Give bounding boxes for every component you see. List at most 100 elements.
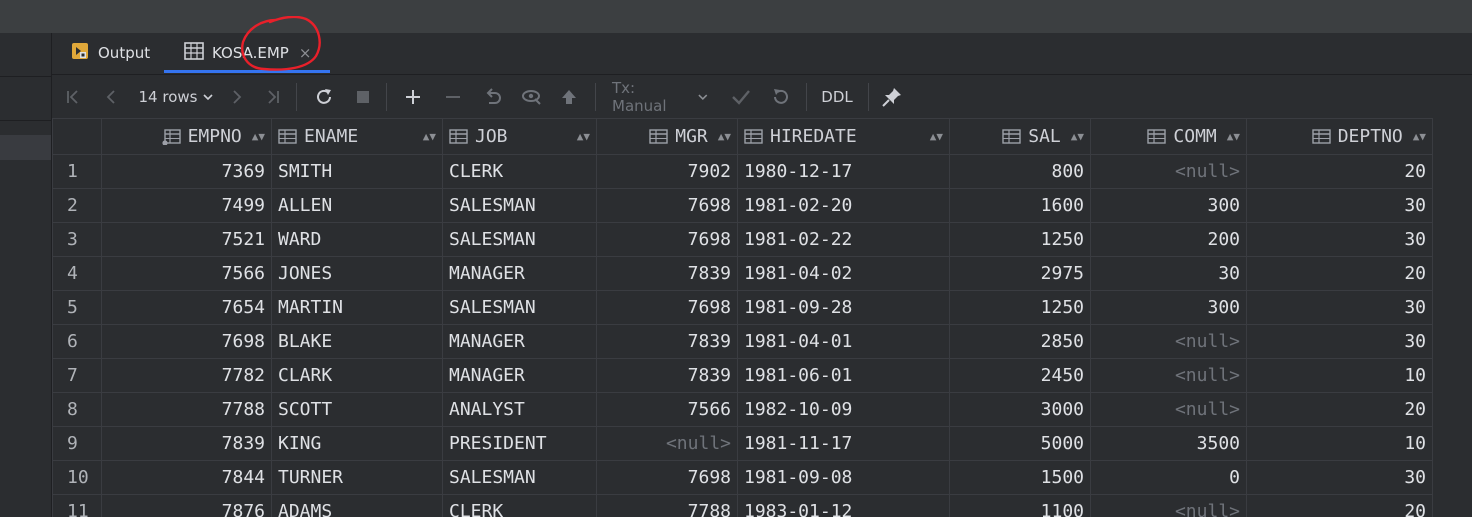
cell-hiredate[interactable]: 1981-02-20 (737, 188, 950, 223)
cell-comm[interactable]: 30 (1090, 256, 1247, 291)
cell-mgr[interactable]: 7566 (596, 392, 738, 427)
cell-deptno[interactable]: 20 (1246, 154, 1433, 189)
cell-sal[interactable]: 1100 (949, 494, 1091, 517)
cell-empno[interactable]: 7788 (101, 392, 272, 427)
cell-hiredate[interactable]: 1980-12-17 (737, 154, 950, 189)
cell-empno[interactable]: 7782 (101, 358, 272, 393)
cell-ename[interactable]: ALLEN (271, 188, 443, 223)
cell-comm[interactable]: <null> (1090, 324, 1247, 359)
cell-hiredate[interactable]: 1981-09-08 (737, 460, 950, 495)
cell-job[interactable]: SALESMAN (442, 460, 597, 495)
cell-comm[interactable]: <null> (1090, 494, 1247, 517)
column-header-deptno[interactable]: DEPTNO ▲▼ (1246, 118, 1433, 155)
table-row[interactable]: 7 7782 CLARK MANAGER 7839 1981-06-01 2450 <null… (52, 358, 1433, 393)
cell-comm[interactable]: <null> (1090, 154, 1247, 189)
cell-hiredate[interactable]: 1981-09-28 (737, 290, 950, 325)
cell-deptno[interactable]: 10 (1246, 358, 1433, 393)
cell-mgr[interactable]: 7698 (596, 222, 738, 257)
tab-output[interactable]: Output (70, 33, 150, 73)
cell-empno[interactable]: 7844 (101, 460, 272, 495)
cell-empno[interactable]: 7499 (101, 188, 272, 223)
cell-deptno[interactable]: 20 (1246, 494, 1433, 517)
sort-icon[interactable]: ▲▼ (1071, 130, 1084, 143)
cell-deptno[interactable]: 20 (1246, 392, 1433, 427)
cell-mgr[interactable]: 7839 (596, 256, 738, 291)
cell-job[interactable]: ANALYST (442, 392, 597, 427)
cell-empno[interactable]: 7566 (101, 256, 272, 291)
table-row[interactable]: 8 7788 SCOTT ANALYST 7566 1982-10-09 3000 <null… (52, 392, 1433, 427)
sort-icon[interactable]: ▲▼ (1413, 130, 1426, 143)
tab-kosa-emp[interactable]: KOSA.EMP × (184, 33, 311, 73)
cell-ename[interactable]: CLARK (271, 358, 443, 393)
table-row[interactable]: 9 7839 KING PRESIDENT <null> 1981-11-17 5000 35… (52, 426, 1433, 461)
cell-comm[interactable]: 300 (1090, 188, 1247, 223)
column-header-comm[interactable]: COMM ▲▼ (1090, 118, 1247, 155)
table-row[interactable]: 11 7876 ADAMS CLERK 7788 1983-01-12 1100 <null>… (52, 494, 1433, 517)
cell-hiredate[interactable]: 1981-04-02 (737, 256, 950, 291)
table-row[interactable]: 3 7521 WARD SALESMAN 7698 1981-02-22 1250 200 30 (52, 222, 1433, 257)
cell-ename[interactable]: BLAKE (271, 324, 443, 359)
cell-mgr[interactable]: <null> (596, 426, 738, 461)
cell-job[interactable]: CLERK (442, 154, 597, 189)
cell-hiredate[interactable]: 1981-11-17 (737, 426, 950, 461)
refresh-icon[interactable] (310, 75, 338, 119)
cell-empno[interactable]: 7876 (101, 494, 272, 517)
cell-sal[interactable]: 2975 (949, 256, 1091, 291)
cell-comm[interactable]: 3500 (1090, 426, 1247, 461)
column-header-sal[interactable]: SAL ▲▼ (949, 118, 1091, 155)
add-row-icon[interactable] (400, 75, 426, 119)
table-row[interactable]: 10 7844 TURNER SALESMAN 7698 1981-09-08 1500 0 3… (52, 460, 1433, 495)
sort-icon[interactable]: ▲▼ (718, 130, 731, 143)
cell-job[interactable]: MANAGER (442, 358, 597, 393)
cell-hiredate[interactable]: 1981-02-22 (737, 222, 950, 257)
cell-empno[interactable]: 7839 (101, 426, 272, 461)
cell-mgr[interactable]: 7902 (596, 154, 738, 189)
cell-comm[interactable]: <null> (1090, 392, 1247, 427)
cell-ename[interactable]: JONES (271, 256, 443, 291)
cell-job[interactable]: SALESMAN (442, 222, 597, 257)
cell-comm[interactable]: 200 (1090, 222, 1247, 257)
cell-sal[interactable]: 2450 (949, 358, 1091, 393)
cell-deptno[interactable]: 20 (1246, 256, 1433, 291)
cell-mgr[interactable]: 7839 (596, 324, 738, 359)
cell-sal[interactable]: 2850 (949, 324, 1091, 359)
cell-deptno[interactable]: 30 (1246, 324, 1433, 359)
cell-job[interactable]: SALESMAN (442, 290, 597, 325)
cell-deptno[interactable]: 10 (1246, 426, 1433, 461)
cell-sal[interactable]: 1250 (949, 290, 1091, 325)
rollback-icon[interactable] (768, 75, 794, 119)
cell-sal[interactable]: 1500 (949, 460, 1091, 495)
cell-sal[interactable]: 1600 (949, 188, 1091, 223)
cell-deptno[interactable]: 30 (1246, 222, 1433, 257)
revert-icon[interactable] (480, 75, 506, 119)
sort-icon[interactable]: ▲▼ (252, 130, 265, 143)
stop-icon[interactable] (350, 75, 376, 119)
next-page-icon[interactable] (224, 75, 250, 119)
cell-ename[interactable]: TURNER (271, 460, 443, 495)
cell-comm[interactable]: <null> (1090, 358, 1247, 393)
cell-empno[interactable]: 7369 (101, 154, 272, 189)
cell-job[interactable]: CLERK (442, 494, 597, 517)
cell-deptno[interactable]: 30 (1246, 290, 1433, 325)
cell-hiredate[interactable]: 1981-04-01 (737, 324, 950, 359)
table-row[interactable]: 1 7369 SMITH CLERK 7902 1980-12-17 800 <null> 20 (52, 154, 1433, 189)
cell-mgr[interactable]: 7839 (596, 358, 738, 393)
previous-page-icon[interactable] (98, 75, 124, 119)
sort-icon[interactable]: ▲▼ (1227, 130, 1240, 143)
cell-hiredate[interactable]: 1981-06-01 (737, 358, 950, 393)
cell-empno[interactable]: 7521 (101, 222, 272, 257)
cell-deptno[interactable]: 30 (1246, 460, 1433, 495)
cell-empno[interactable]: 7698 (101, 324, 272, 359)
cell-sal[interactable]: 3000 (949, 392, 1091, 427)
cell-ename[interactable]: SMITH (271, 154, 443, 189)
column-header-hiredate[interactable]: HIREDATE ▲▼ (737, 118, 950, 155)
cell-mgr[interactable]: 7698 (596, 188, 738, 223)
cell-job[interactable]: SALESMAN (442, 188, 597, 223)
cell-deptno[interactable]: 30 (1246, 188, 1433, 223)
cell-mgr[interactable]: 7698 (596, 290, 738, 325)
cell-ename[interactable]: ADAMS (271, 494, 443, 517)
cell-mgr[interactable]: 7788 (596, 494, 738, 517)
cell-sal[interactable]: 800 (949, 154, 1091, 189)
last-page-icon[interactable] (260, 75, 286, 119)
cell-job[interactable]: MANAGER (442, 324, 597, 359)
